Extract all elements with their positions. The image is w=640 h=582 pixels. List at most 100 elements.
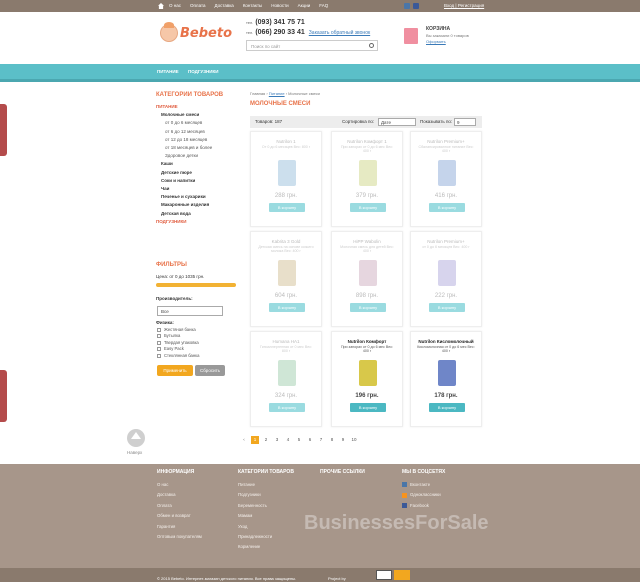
page-link[interactable]: 7	[317, 436, 325, 444]
vk-icon[interactable]	[404, 3, 410, 9]
page-link[interactable]: 8	[328, 436, 336, 444]
footer-link[interactable]: Уход	[238, 522, 294, 532]
checkbox-icon[interactable]	[157, 327, 161, 332]
add-to-cart-button[interactable]: В корзину	[429, 303, 465, 312]
product-image[interactable]	[359, 160, 377, 186]
product-card[interactable]: Nutrilon Premium+ Сбалансированное питани…	[410, 131, 482, 227]
login-link[interactable]: Вход | Регистрация	[444, 3, 484, 8]
page-link[interactable]: 6	[306, 436, 314, 444]
page-link[interactable]: 3	[273, 436, 281, 444]
footer-link[interactable]: Кормление	[238, 542, 294, 552]
page-link[interactable]: 4	[284, 436, 292, 444]
footer-link[interactable]: Обмен и возврат	[157, 511, 202, 521]
product-card[interactable]: Kabrita 3 Gold Детская смесь на основе ко…	[250, 231, 322, 327]
page-link[interactable]: 1	[251, 436, 259, 444]
help-side-tab[interactable]	[0, 370, 7, 422]
category-item[interactable]: Печенье и сухарики	[156, 193, 240, 201]
footer-link[interactable]: Мамам	[238, 511, 294, 521]
footer-link[interactable]: О нас	[157, 480, 202, 490]
facebook-icon[interactable]	[413, 3, 419, 9]
product-name[interactable]: Humana HA1	[251, 339, 321, 344]
page-link[interactable]: 2	[262, 436, 270, 444]
product-image[interactable]	[278, 260, 296, 286]
project-by[interactable]: Project by	[328, 576, 346, 581]
add-to-cart-button[interactable]: В корзину	[429, 203, 465, 212]
top-menu-item[interactable]: Акции	[298, 3, 311, 8]
category-item[interactable]: Соки и напитки	[156, 177, 240, 185]
checkbox-icon[interactable]	[157, 340, 161, 345]
cart-widget[interactable]: КОРЗИНА Вы заказали 0 товаров Оформить	[404, 24, 484, 50]
add-to-cart-button[interactable]: В корзину	[269, 403, 305, 412]
apply-button[interactable]: Применить	[157, 365, 193, 376]
footer-link[interactable]: Принадлежности	[238, 532, 294, 542]
add-to-cart-button[interactable]: В корзину	[350, 403, 386, 412]
category-item[interactable]: Молочные смеси	[156, 111, 240, 119]
scroll-up-icon[interactable]	[127, 429, 145, 447]
product-image[interactable]	[438, 360, 456, 386]
footer-link[interactable]: Беременность	[238, 501, 294, 511]
top-menu-item[interactable]: Оплата	[190, 3, 205, 8]
physical-option[interactable]: Стеклянная банка	[157, 353, 199, 359]
footer-link[interactable]: Гарантия	[157, 522, 202, 532]
page-link[interactable]: 10	[350, 436, 358, 444]
category-item[interactable]: Детская вода	[156, 210, 240, 218]
page-link[interactable]: 5	[295, 436, 303, 444]
callback-link[interactable]: Заказать обратный звонок	[309, 30, 370, 36]
add-to-cart-button[interactable]: В корзину	[269, 303, 305, 312]
add-to-cart-button[interactable]: В корзину	[350, 303, 386, 312]
checkbox-icon[interactable]	[157, 353, 161, 358]
top-menu-item[interactable]: Контакты	[243, 3, 262, 8]
product-card[interactable]: Nutrilon Premium+ от 0 до 6 месяцев Вес: …	[410, 231, 482, 327]
add-to-cart-button[interactable]: В корзину	[269, 203, 305, 212]
product-image[interactable]	[438, 260, 456, 286]
category-item[interactable]: от 12 до 18 месяцев	[156, 136, 240, 144]
product-image[interactable]	[278, 160, 296, 186]
sort-select[interactable]: Дате	[378, 118, 416, 126]
product-card[interactable]: HiPP Wabolin Молочная смесь для детей Вес…	[331, 231, 403, 327]
top-menu-item[interactable]: Новости	[271, 3, 288, 8]
product-card[interactable]: Nutrilon 1 От 0 до 6 месяцев Вес: 800 г 28…	[250, 131, 322, 227]
product-name[interactable]: Kabrita 3 Gold	[251, 239, 321, 244]
per-page-select[interactable]: 9	[454, 118, 476, 126]
product-card[interactable]: Humana HA1 Гипоаллергенная от 0 мес Вес: …	[250, 331, 322, 427]
scroll-up-label[interactable]: Наверх	[127, 450, 142, 455]
nav-item-diapers[interactable]: ПОДГУЗНИКИ	[188, 69, 219, 74]
product-card[interactable]: Nutrilon Кисломолочный Кисломолочная от 0…	[410, 331, 482, 427]
pager-prev-icon[interactable]: ‹	[240, 436, 248, 444]
search-icon[interactable]	[369, 43, 374, 48]
category-item[interactable]: Здоровое детки	[156, 152, 240, 160]
counter-badge-icon[interactable]	[376, 570, 392, 580]
checkbox-icon[interactable]	[157, 334, 161, 339]
partner-badge-icon[interactable]	[394, 570, 410, 580]
footer-social-link[interactable]: Одноклассники	[402, 490, 445, 500]
footer-link[interactable]: Оптовым покупателям	[157, 532, 202, 542]
product-card[interactable]: Nutrilon Комфорт 1 При запорах от 0 до 6 …	[331, 131, 403, 227]
top-menu-item[interactable]: О нас	[169, 3, 181, 8]
checkbox-icon[interactable]	[157, 347, 161, 352]
category-item[interactable]: от 0 до 6 месяцев	[156, 119, 240, 127]
footer-social-link[interactable]: Facebook	[402, 501, 445, 511]
category-item[interactable]: Каши	[156, 160, 240, 168]
add-to-cart-button[interactable]: В корзину	[350, 203, 386, 212]
category-item[interactable]: от 18 месяцев и более	[156, 144, 240, 152]
price-slider[interactable]	[156, 283, 236, 287]
product-name[interactable]: Nutrilon Кисломолочный	[411, 339, 481, 344]
category-item[interactable]: Макаронные изделия	[156, 201, 240, 209]
reset-button[interactable]: Сбросить	[195, 365, 225, 376]
product-card[interactable]: Nutrilon Комфорт При запорах от 0 до 6 ме…	[331, 331, 403, 427]
product-name[interactable]: Nutrilon 1	[251, 139, 321, 144]
footer-link[interactable]: Оплата	[157, 501, 202, 511]
home-icon[interactable]	[158, 3, 164, 9]
help-side-tab[interactable]	[0, 104, 7, 156]
product-name[interactable]: Nutrilon Premium+	[411, 239, 481, 244]
page-link[interactable]: 9	[339, 436, 347, 444]
logo[interactable]: Bebeto	[158, 20, 232, 50]
product-image[interactable]	[438, 160, 456, 186]
category-item[interactable]: ПИТАНИЕ	[156, 103, 240, 111]
footer-link[interactable]: Доставка	[157, 490, 202, 500]
manufacturer-select[interactable]: Все	[157, 306, 223, 316]
product-image[interactable]	[359, 360, 377, 386]
search-input[interactable]: Поиск по сайт	[246, 40, 378, 51]
product-name[interactable]: Nutrilon Комфорт 1	[332, 139, 402, 144]
footer-social-link[interactable]: Вконтакте	[402, 480, 445, 490]
